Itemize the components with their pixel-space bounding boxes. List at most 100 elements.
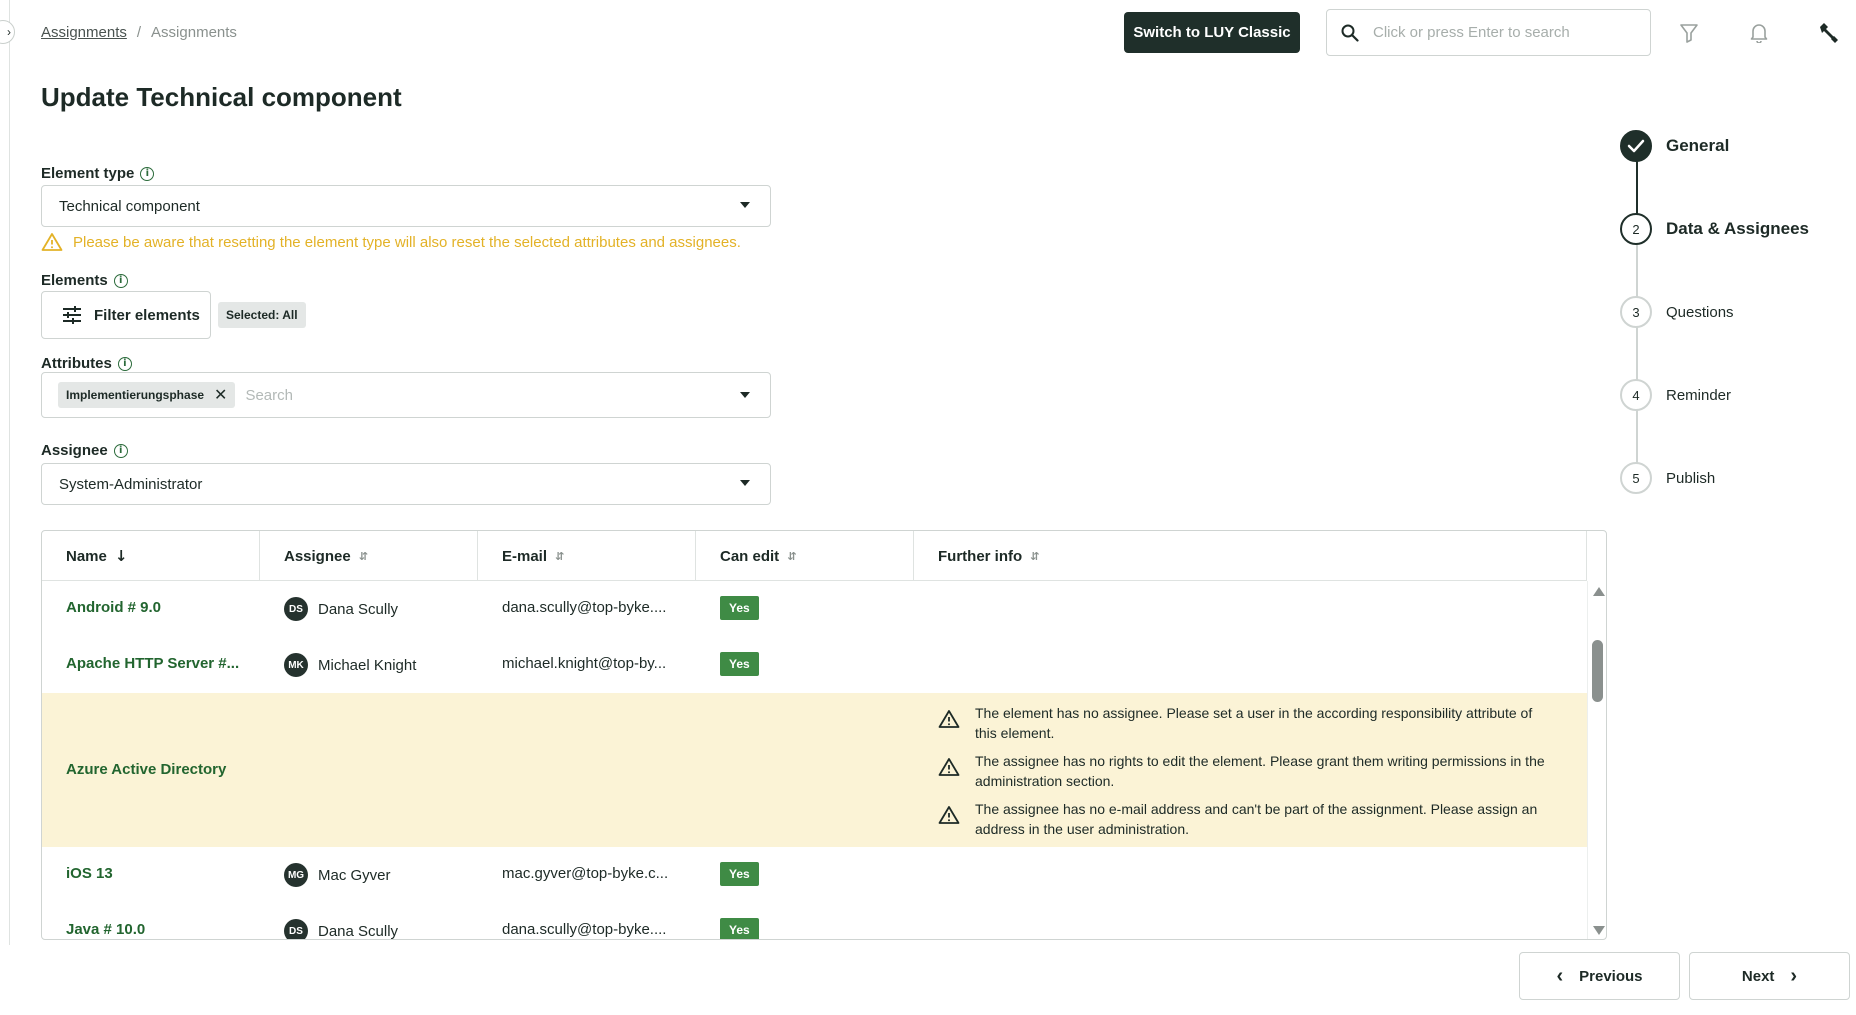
- table-row[interactable]: Apache HTTP Server #... MK Michael Knight…: [42, 637, 1587, 693]
- elements-label: Elements i: [41, 272, 128, 289]
- element-name-link[interactable]: Apache HTTP Server #...: [66, 655, 239, 672]
- element-type-value: Technical component: [59, 197, 200, 215]
- scroll-down-arrow-icon[interactable]: [1593, 926, 1605, 935]
- filter-elements-button[interactable]: Filter elements: [41, 291, 211, 339]
- step-label: Reminder: [1666, 386, 1732, 404]
- table-scrollbar[interactable]: [1587, 581, 1606, 939]
- table-row[interactable]: Android # 9.0 DS Dana Scully dana.scully@…: [42, 581, 1587, 637]
- step-label: Publish: [1666, 469, 1716, 487]
- step-label: Questions: [1666, 303, 1734, 321]
- attributes-multiselect[interactable]: Implementierungsphase ✕: [41, 372, 771, 418]
- assignee-name: Dana Scully: [318, 600, 399, 618]
- global-search[interactable]: [1326, 9, 1651, 56]
- assignee-select[interactable]: System-Administrator: [41, 463, 771, 505]
- info-icon[interactable]: i: [140, 166, 155, 181]
- step-number: 3: [1620, 296, 1652, 328]
- caret-down-icon: [740, 202, 750, 208]
- can-edit-badge: Yes: [720, 652, 759, 676]
- search-icon: [1341, 24, 1359, 42]
- sort-icon: ⇵: [787, 549, 797, 563]
- table-header: Name ↓ Assignee ⇵ E-mail ⇵ Can edit ⇵ Furthe…: [42, 531, 1587, 581]
- breadcrumb-link-assignments[interactable]: Assignments: [41, 24, 127, 41]
- table-row[interactable]: iOS 13 MG Mac Gyver mac.gyver@top-byke.c.…: [42, 847, 1587, 903]
- step-reminder[interactable]: 4 Reminder: [1620, 379, 1731, 411]
- column-header-assignee[interactable]: Assignee ⇵: [260, 531, 478, 581]
- sliders-icon: [63, 306, 81, 324]
- email-value: dana.scully@top-byke....: [502, 921, 667, 938]
- warning-message: The assignee has no rights to edit the e…: [937, 751, 1557, 791]
- filter-elements-label: Filter elements: [94, 306, 200, 324]
- step-data-assignees[interactable]: 2 Data & Assignees: [1620, 213, 1809, 245]
- switch-classic-button[interactable]: Switch to LUY Classic: [1124, 12, 1300, 53]
- check-icon: [1620, 130, 1652, 162]
- element-type-warning: Please be aware that resetting the eleme…: [41, 232, 741, 252]
- avatar: DS: [284, 597, 308, 621]
- step-label: Data & Assignees: [1666, 219, 1809, 238]
- previous-button[interactable]: ‹ Previous: [1519, 952, 1680, 1000]
- element-name-link[interactable]: Java # 10.0: [66, 921, 145, 938]
- wrench-icon[interactable]: [1815, 20, 1841, 46]
- wizard-stepper: General 2 Data & Assignees 3 Questions 4…: [1620, 130, 1850, 500]
- filter-icon[interactable]: [1676, 20, 1702, 46]
- bell-icon[interactable]: [1746, 20, 1772, 46]
- assignee-name: Mac Gyver: [318, 866, 391, 884]
- sort-icon: ⇵: [1030, 549, 1040, 563]
- info-icon[interactable]: i: [113, 273, 128, 288]
- attribute-search-input[interactable]: [243, 385, 624, 405]
- step-label: General: [1666, 136, 1730, 155]
- chevron-left-icon: ‹: [1556, 964, 1564, 987]
- chevron-right-icon: ›: [1790, 964, 1798, 987]
- step-general[interactable]: General: [1620, 130, 1729, 162]
- can-edit-badge: Yes: [720, 918, 759, 939]
- warning-text: Please be aware that resetting the eleme…: [73, 233, 741, 251]
- element-type-label: Element type i: [41, 165, 155, 182]
- previous-label: Previous: [1579, 967, 1643, 985]
- close-icon[interactable]: ✕: [214, 385, 227, 405]
- caret-down-icon: [740, 480, 750, 486]
- further-info-messages: The element has no assignee. Please set …: [937, 703, 1557, 847]
- arrow-down-icon: ↓: [114, 547, 128, 565]
- table-row[interactable]: Java # 10.0 DS Dana Scully dana.scully@to…: [42, 903, 1587, 940]
- avatar: MG: [284, 863, 308, 887]
- assignee-label-text: Assignee: [41, 442, 108, 459]
- elements-label-text: Elements: [41, 272, 108, 289]
- element-name-link[interactable]: Android # 9.0: [66, 599, 161, 616]
- next-button[interactable]: Next ›: [1689, 952, 1850, 1000]
- breadcrumb: Assignments / Assignments: [41, 24, 237, 41]
- email-value: michael.knight@top-by...: [502, 655, 667, 672]
- table-row-warning[interactable]: Azure Active Directory The element has n…: [42, 693, 1587, 847]
- assignee-label: Assignee i: [41, 442, 128, 459]
- column-header-name[interactable]: Name ↓: [42, 531, 260, 581]
- assignee-name: Michael Knight: [318, 656, 417, 674]
- info-icon[interactable]: i: [113, 443, 128, 458]
- scrollbar-thumb[interactable]: [1592, 640, 1603, 702]
- assignee-value: System-Administrator: [59, 475, 203, 493]
- assignee-name: Dana Scully: [318, 922, 399, 940]
- table-body: Android # 9.0 DS Dana Scully dana.scully@…: [42, 581, 1587, 940]
- top-bar: Assignments / Assignments Switch to LUY Cl…: [0, 0, 1856, 66]
- step-number: 2: [1620, 213, 1652, 245]
- element-name-link[interactable]: Azure Active Directory: [66, 761, 226, 778]
- next-label: Next: [1741, 967, 1775, 985]
- step-publish[interactable]: 5 Publish: [1620, 462, 1715, 494]
- stepper-line-pending: [1636, 238, 1638, 478]
- can-edit-badge: Yes: [720, 596, 759, 620]
- page-title: Update Technical component: [41, 82, 402, 112]
- can-edit-badge: Yes: [720, 862, 759, 886]
- scroll-up-arrow-icon[interactable]: [1593, 587, 1605, 596]
- step-questions[interactable]: 3 Questions: [1620, 296, 1734, 328]
- column-header-can-edit[interactable]: Can edit ⇵: [696, 531, 914, 581]
- sort-icon: ⇵: [358, 549, 368, 563]
- info-icon[interactable]: i: [117, 356, 132, 371]
- column-header-further-info[interactable]: Further info ⇵: [914, 531, 1587, 581]
- search-input[interactable]: [1371, 23, 1621, 42]
- element-type-select[interactable]: Technical component: [41, 185, 771, 227]
- element-name-link[interactable]: iOS 13: [66, 865, 113, 882]
- email-value: mac.gyver@top-byke.c...: [502, 865, 669, 882]
- attribute-chip-label: Implementierungsphase: [66, 388, 205, 402]
- column-header-email[interactable]: E-mail ⇵: [478, 531, 696, 581]
- attributes-label: Attributes i: [41, 355, 132, 372]
- avatar: DS: [284, 919, 308, 939]
- warning-icon: [41, 233, 63, 251]
- attributes-label-text: Attributes: [41, 355, 112, 372]
